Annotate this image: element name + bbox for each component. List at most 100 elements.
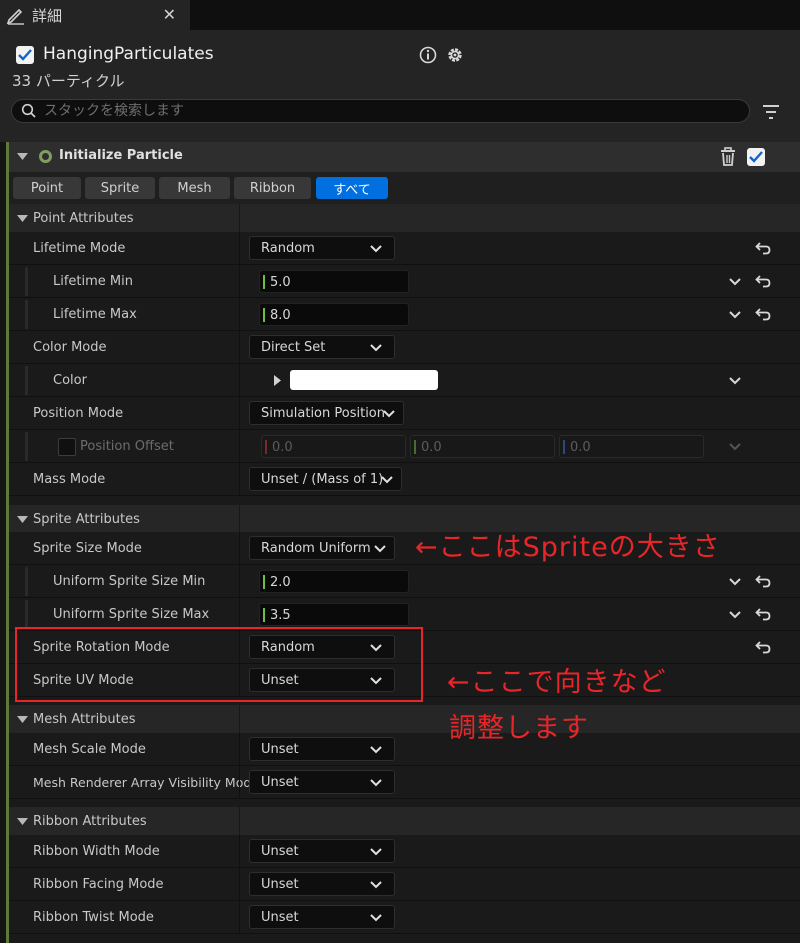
search-icon [21, 103, 36, 118]
sprite-size-mode-dropdown[interactable]: Random Uniform [249, 536, 395, 560]
chevron-down-icon[interactable] [729, 611, 741, 619]
ribbon-width-mode-dropdown[interactable]: Unset [249, 839, 395, 863]
chevron-down-icon[interactable] [729, 278, 741, 286]
chevron-down-icon[interactable] [729, 578, 741, 586]
details-header: HangingParticulates 33 パーティクル [0, 30, 800, 142]
lifetime-mode-dropdown[interactable]: Random [249, 236, 395, 260]
annotation-note-adjust: 調整します [449, 713, 589, 744]
row-label: Lifetime Mode [33, 241, 126, 256]
row-mesh-scale-mode: Mesh Scale Mode Unset [9, 733, 800, 766]
dropdown-value: Unset / (Mass of 1) [261, 472, 384, 487]
reset-arrow-icon[interactable] [755, 241, 771, 255]
section-label: Point Attributes [33, 211, 134, 226]
chevron-down-icon [370, 848, 382, 856]
ribbon-facing-mode-dropdown[interactable]: Unset [249, 872, 395, 896]
dropdown-value: Simulation Position [261, 406, 385, 421]
collapse-arrow-icon[interactable] [17, 716, 28, 724]
mesh-visibility-mode-dropdown[interactable]: Unset [249, 770, 395, 794]
stack-search [11, 99, 750, 123]
chevron-down-icon[interactable] [729, 311, 741, 319]
mesh-scale-mode-dropdown[interactable]: Unset [249, 737, 395, 761]
row-label: Lifetime Max [53, 307, 137, 322]
filter-icon[interactable] [762, 104, 780, 120]
emitter-title: HangingParticulates [43, 44, 214, 64]
chevron-down-icon [370, 245, 382, 253]
row-lifetime-mode: Lifetime Mode Random [9, 232, 800, 265]
expand-arrow-icon[interactable] [274, 375, 282, 386]
position-offset-x-field[interactable]: 0.0 [261, 435, 406, 458]
filter-ribbon-button[interactable]: Ribbon [234, 177, 311, 199]
details-tab[interactable]: 詳細 ✕ [0, 0, 190, 30]
filter-sprite-button[interactable]: Sprite [85, 177, 155, 199]
section-mesh-attributes[interactable]: Mesh Attributes [9, 705, 800, 735]
collapse-arrow-icon[interactable] [17, 818, 28, 826]
filter-point-button[interactable]: Point [13, 177, 81, 199]
lifetime-max-field[interactable]: 8.0 [259, 303, 409, 326]
close-icon[interactable]: ✕ [163, 5, 176, 24]
uniform-size-min-field[interactable]: 2.0 [259, 570, 409, 593]
search-input[interactable] [44, 101, 724, 121]
collapse-arrow-icon[interactable] [17, 516, 28, 524]
color-mode-dropdown[interactable]: Direct Set [249, 335, 395, 359]
reset-arrow-icon[interactable] [755, 607, 771, 621]
row-label: Position Mode [33, 406, 124, 421]
dropdown-value: Unset [261, 877, 299, 892]
reset-arrow-icon[interactable] [755, 640, 771, 654]
section-label: Mesh Attributes [33, 712, 136, 727]
chevron-down-icon [370, 779, 382, 787]
row-label: Mesh Scale Mode [33, 742, 146, 757]
position-offset-y-field[interactable]: 0.0 [410, 435, 555, 458]
row-label: Sprite Size Mode [33, 541, 142, 556]
section-label: Sprite Attributes [33, 512, 140, 527]
emitter-enabled-checkbox[interactable] [16, 46, 34, 64]
reset-arrow-icon[interactable] [755, 307, 771, 321]
dropdown-value: Random Uniform [261, 541, 371, 556]
module-header[interactable]: Initialize Particle [9, 142, 800, 172]
pencil-icon [6, 8, 24, 25]
row-color-mode: Color Mode Direct Set [9, 331, 800, 364]
module-status-icon [39, 150, 52, 163]
row-lifetime-max: Lifetime Max 8.0 [9, 298, 800, 331]
position-mode-dropdown[interactable]: Simulation Position [249, 401, 404, 425]
row-label: Color Mode [33, 340, 107, 355]
field-value: 0.0 [272, 440, 293, 455]
collapse-arrow-icon[interactable] [17, 153, 28, 161]
position-offset-z-field[interactable]: 0.0 [559, 435, 704, 458]
module-enabled-checkbox[interactable] [747, 148, 765, 166]
row-lifetime-min: Lifetime Min 5.0 [9, 265, 800, 298]
mass-mode-dropdown[interactable]: Unset / (Mass of 1) [249, 467, 402, 491]
dropdown-value: Unset [261, 844, 299, 859]
section-ribbon-attributes[interactable]: Ribbon Attributes [9, 807, 800, 837]
filter-mesh-button[interactable]: Mesh [159, 177, 230, 199]
chevron-down-icon [370, 746, 382, 754]
annotation-highlight-box [15, 627, 423, 702]
row-position-mode: Position Mode Simulation Position [9, 397, 800, 430]
reset-arrow-icon[interactable] [755, 274, 771, 288]
dropdown-value: Unset [261, 775, 299, 790]
row-label: Color [53, 373, 87, 388]
section-point-attributes[interactable]: Point Attributes [9, 204, 800, 234]
chevron-down-icon[interactable] [729, 443, 741, 451]
section-label: Ribbon Attributes [33, 814, 147, 829]
field-value: 0.0 [421, 440, 442, 455]
chevron-down-icon [370, 344, 382, 352]
ribbon-twist-mode-dropdown[interactable]: Unset [249, 905, 395, 929]
color-swatch[interactable] [290, 370, 438, 390]
row-label: Uniform Sprite Size Max [53, 607, 210, 622]
uniform-size-max-field[interactable]: 3.5 [259, 603, 409, 626]
lifetime-min-field[interactable]: 5.0 [259, 270, 409, 293]
chevron-down-icon[interactable] [729, 377, 741, 385]
collapse-arrow-icon[interactable] [17, 215, 28, 223]
reset-arrow-icon[interactable] [755, 574, 771, 588]
info-icon[interactable] [419, 46, 437, 64]
chevron-down-icon [370, 881, 382, 889]
row-mass-mode: Mass Mode Unset / (Mass of 1) [9, 463, 800, 496]
filter-all-button[interactable]: すべて [316, 177, 388, 199]
trash-icon[interactable] [719, 147, 737, 167]
position-offset-checkbox[interactable] [58, 438, 76, 456]
row-label: Uniform Sprite Size Min [53, 574, 206, 589]
field-value: 3.5 [270, 608, 291, 623]
gear-icon[interactable] [445, 45, 465, 65]
field-value: 2.0 [270, 575, 291, 590]
row-ribbon-twist-mode: Ribbon Twist Mode Unset [9, 901, 800, 934]
